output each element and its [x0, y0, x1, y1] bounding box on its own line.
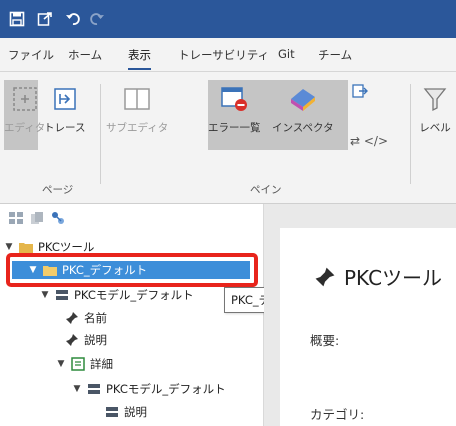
group-separator	[410, 84, 411, 184]
level-button[interactable]: レベル	[418, 84, 452, 135]
editor-button[interactable]: エディタ	[4, 84, 45, 135]
editor-icon	[8, 84, 42, 114]
document-title-text: PKCツール	[344, 266, 443, 290]
tab-git[interactable]: Git	[278, 47, 295, 61]
undo-icon[interactable]	[64, 10, 82, 28]
subeditor-button[interactable]: サブエディタ	[106, 84, 168, 135]
tree-item-description-2[interactable]: 説明	[104, 403, 147, 421]
pin-icon	[314, 266, 336, 288]
collapse-arrow-icon[interactable]: ▼	[40, 290, 50, 300]
model-icon	[104, 405, 120, 419]
collapse-all-icon[interactable]	[8, 210, 24, 226]
tab-traceability[interactable]: トレーサビリティ	[178, 47, 269, 63]
export-icon[interactable]	[36, 10, 54, 28]
editor-label: エディタ	[4, 122, 46, 134]
ribbon-tabs: ファイル ホーム 表示 トレーサビリティ Git チーム	[0, 38, 456, 72]
trace-button[interactable]: トレース	[44, 84, 85, 135]
tree-item-label: 説明	[124, 405, 147, 419]
tree-item-label: 説明	[84, 333, 107, 347]
tab-file[interactable]: ファイル	[8, 47, 54, 63]
swap-and-code-icons[interactable]: ⇄ </>	[350, 134, 388, 148]
inspector-label: インスペクタ	[272, 122, 334, 134]
document-icon	[70, 357, 86, 371]
group-label-page: ページ	[42, 184, 74, 196]
title-bar	[0, 0, 456, 38]
tree-item-description[interactable]: 説明	[64, 331, 107, 349]
level-label: レベル	[419, 122, 451, 134]
errorlist-button[interactable]: エラー一覧	[208, 84, 261, 135]
model-icon	[86, 382, 102, 396]
errorlist-icon	[217, 84, 251, 114]
tree-item-label: PKCモデル_デフォルト	[106, 382, 226, 396]
document-title: PKCツール	[314, 262, 442, 291]
tree-item-label: 名前	[84, 311, 107, 325]
trace-icon	[48, 84, 82, 114]
pin-icon	[64, 333, 80, 347]
ribbon: エディタ トレース サブエディタ エラー一覧 インスペクタ ⇄ </> レベル …	[0, 72, 456, 204]
tree-item-pkc-model[interactable]: ▼ PKCモデル_デフォルト	[40, 286, 194, 304]
collapse-arrow-icon[interactable]: ▼	[72, 384, 82, 394]
link-icon[interactable]	[50, 210, 66, 226]
group-separator	[100, 84, 101, 184]
save-icon[interactable]	[8, 10, 26, 28]
subeditor-label: サブエディタ	[106, 122, 169, 134]
highlight-box	[6, 253, 258, 287]
tree-item-detail[interactable]: ▼ 詳細	[56, 355, 113, 373]
folder-icon	[18, 240, 34, 254]
tree-item-pkc-model-2[interactable]: ▼ PKCモデル_デフォルト	[72, 380, 226, 398]
copy-icon[interactable]	[29, 210, 45, 226]
tree-toolbar	[8, 210, 66, 228]
inspector-icon	[286, 84, 320, 114]
pin-icon	[64, 311, 80, 325]
tab-home[interactable]: ホーム	[68, 47, 102, 63]
small-pane-button[interactable]	[350, 82, 370, 100]
pane-export-icon	[350, 82, 370, 100]
tab-team[interactable]: チーム	[318, 47, 352, 63]
group-label-pane: ペイン	[250, 184, 282, 196]
inspector-button[interactable]: インスペクタ	[272, 84, 334, 135]
tab-view[interactable]: 表示	[128, 47, 151, 70]
model-icon	[54, 288, 70, 302]
tree-item-label: PKCモデル_デフォルト	[74, 288, 194, 302]
subeditor-icon	[120, 84, 154, 114]
collapse-arrow-icon[interactable]: ▼	[56, 359, 66, 369]
tree-item-name[interactable]: 名前	[64, 309, 107, 327]
filter-icon	[418, 84, 452, 114]
tree-item-label: 詳細	[90, 357, 113, 371]
document-page	[280, 228, 456, 426]
redo-icon[interactable]	[88, 10, 106, 28]
trace-label: トレース	[44, 122, 86, 134]
collapse-arrow-icon[interactable]: ▼	[4, 242, 14, 252]
overview-label: 概要:	[310, 333, 340, 348]
category-label: カテゴリ:	[310, 407, 365, 422]
errorlist-label: エラー一覧	[208, 122, 261, 134]
